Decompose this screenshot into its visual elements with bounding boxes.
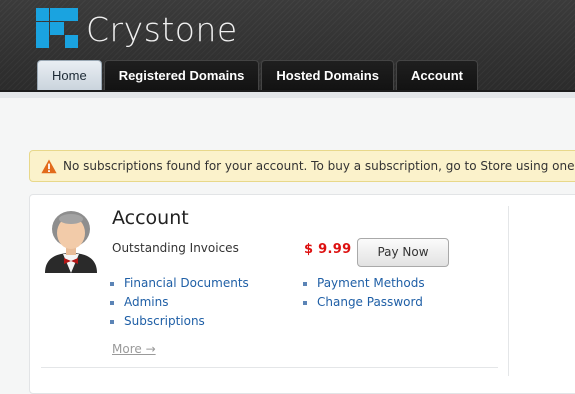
subscription-notice: No subscriptions found for your account.… [29,150,575,182]
list-item: Payment Methods [303,274,425,293]
bullet-icon [303,301,307,305]
account-title: Account [112,207,189,229]
outstanding-invoices-label: Outstanding Invoices [112,241,239,255]
bullet-icon [110,301,114,305]
crystone-logo-icon[interactable] [36,8,78,48]
account-links-left: Financial Documents Admins Subscriptions [110,274,249,331]
subscriptions-link[interactable]: Subscriptions [124,314,205,328]
tab-registered-domains[interactable]: Registered Domains [103,60,260,91]
app-header: Crystone Home Registered Domains Hosted … [0,0,575,92]
tab-hosted-domains[interactable]: Hosted Domains [261,60,394,91]
user-avatar-icon [45,211,97,273]
list-item: Subscriptions [110,312,249,331]
account-links-right: Payment Methods Change Password [303,274,425,312]
panel-divider-vertical [508,206,509,376]
change-password-link[interactable]: Change Password [317,295,423,309]
financial-documents-link[interactable]: Financial Documents [124,276,249,290]
pay-now-button[interactable]: Pay Now [357,238,449,267]
bullet-icon [110,320,114,324]
notice-text: No subscriptions found for your account.… [63,159,575,173]
main-tabs: Home Registered Domains Hosted Domains A… [37,60,480,92]
brand-name: Crystone [86,10,238,49]
list-item: Change Password [303,293,425,312]
admins-link[interactable]: Admins [124,295,169,309]
outstanding-amount: $ 9.99 [304,242,352,257]
warning-icon [41,159,57,174]
tab-home[interactable]: Home [37,60,102,91]
list-item: Admins [110,293,249,312]
panel-divider-horizontal [41,367,498,368]
tab-account[interactable]: Account [395,60,478,91]
bullet-icon [303,282,307,286]
more-link[interactable]: More → [112,342,156,356]
bullet-icon [110,282,114,286]
list-item: Financial Documents [110,274,249,293]
header-shadow-strip [0,92,575,98]
payment-methods-link[interactable]: Payment Methods [317,276,425,290]
